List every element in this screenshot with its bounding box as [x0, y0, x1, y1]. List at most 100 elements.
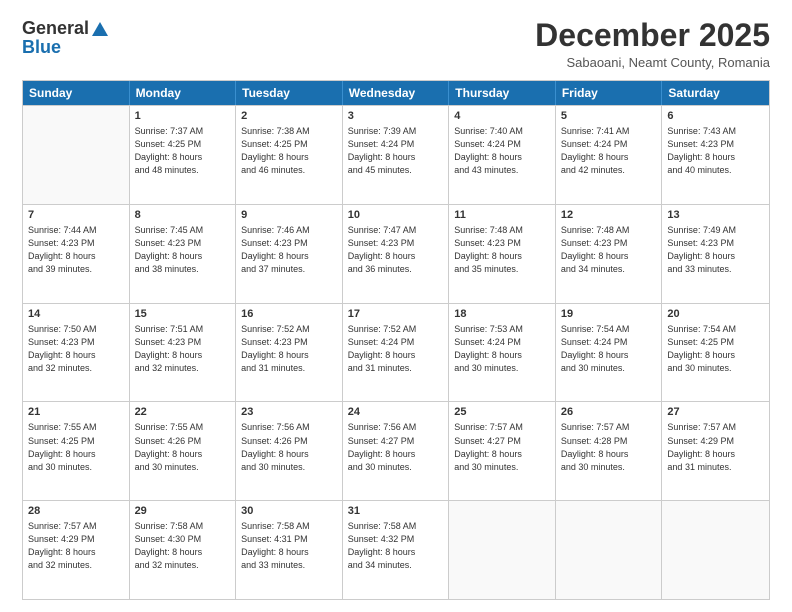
day-number: 1	[135, 110, 231, 122]
calendar-cell: 20 Sunrise: 7:54 AM Sunset: 4:25 PM Dayli…	[662, 304, 769, 402]
week-1: 1 Sunrise: 7:37 AM Sunset: 4:25 PM Daylig…	[23, 105, 769, 204]
calendar-cell: 7Sunrise: 7:44 AM Sunset: 4:23 PM Daylig…	[23, 205, 130, 303]
day-number: 27	[667, 406, 764, 418]
calendar-cell: 29 Sunrise: 7:58 AM Sunset: 4:30 PM Dayli…	[130, 501, 237, 599]
calendar-cell: 27 Sunrise: 7:57 AM Sunset: 4:29 PM Dayli…	[662, 402, 769, 500]
day-number: 22	[135, 406, 231, 418]
day-number: 8	[135, 209, 231, 221]
header-wednesday: Wednesday	[343, 81, 450, 105]
header-monday: Monday	[130, 81, 237, 105]
header: General Blue December 2025 Sabaoani, Nea…	[22, 18, 770, 70]
calendar-cell	[449, 501, 556, 599]
calendar-body: 1 Sunrise: 7:37 AM Sunset: 4:25 PM Daylig…	[23, 105, 769, 599]
day-number: 4	[454, 110, 550, 122]
cell-info: Sunrise: 7:57 AM Sunset: 4:29 PM Dayligh…	[28, 520, 124, 572]
cell-info: Sunrise: 7:58 AM Sunset: 4:32 PM Dayligh…	[348, 520, 444, 572]
cell-info: Sunrise: 7:57 AM Sunset: 4:28 PM Dayligh…	[561, 421, 657, 473]
day-number: 10	[348, 209, 444, 221]
week-3: 14 Sunrise: 7:50 AM Sunset: 4:23 PM Dayli…	[23, 303, 769, 402]
calendar-cell: 8 Sunrise: 7:45 AM Sunset: 4:23 PM Daylig…	[130, 205, 237, 303]
day-number: 20	[667, 308, 764, 320]
day-number: 2	[241, 110, 337, 122]
cell-info: Sunrise: 7:49 AM Sunset: 4:23 PM Dayligh…	[667, 224, 764, 276]
day-number: 13	[667, 209, 764, 221]
logo-blue: Blue	[22, 37, 61, 58]
day-number: 29	[135, 505, 231, 517]
week-2: 7Sunrise: 7:44 AM Sunset: 4:23 PM Daylig…	[23, 204, 769, 303]
cell-info: Sunrise: 7:55 AM Sunset: 4:25 PM Dayligh…	[28, 421, 124, 473]
day-number: 14	[28, 308, 124, 320]
day-number: 26	[561, 406, 657, 418]
header-thursday: Thursday	[449, 81, 556, 105]
day-number: 3	[348, 110, 444, 122]
header-friday: Friday	[556, 81, 663, 105]
calendar-cell: 21 Sunrise: 7:55 AM Sunset: 4:25 PM Dayli…	[23, 402, 130, 500]
calendar-cell: 9 Sunrise: 7:46 AM Sunset: 4:23 PM Daylig…	[236, 205, 343, 303]
header-saturday: Saturday	[662, 81, 769, 105]
calendar-cell: 22 Sunrise: 7:55 AM Sunset: 4:26 PM Dayli…	[130, 402, 237, 500]
calendar-cell: 16Sunrise: 7:52 AM Sunset: 4:23 PM Dayli…	[236, 304, 343, 402]
day-number: 30	[241, 505, 337, 517]
day-number: 18	[454, 308, 550, 320]
calendar-cell: 14 Sunrise: 7:50 AM Sunset: 4:23 PM Dayli…	[23, 304, 130, 402]
day-number: 28	[28, 505, 124, 517]
cell-info: Sunrise: 7:58 AM Sunset: 4:31 PM Dayligh…	[241, 520, 337, 572]
calendar-cell: 24 Sunrise: 7:56 AM Sunset: 4:27 PM Dayli…	[343, 402, 450, 500]
cell-info: Sunrise: 7:51 AM Sunset: 4:23 PM Dayligh…	[135, 323, 231, 375]
calendar-cell: 3Sunrise: 7:39 AM Sunset: 4:24 PM Daylig…	[343, 106, 450, 204]
day-number: 6	[667, 110, 764, 122]
calendar-cell: 1 Sunrise: 7:37 AM Sunset: 4:25 PM Daylig…	[130, 106, 237, 204]
cell-info: Sunrise: 7:40 AM Sunset: 4:24 PM Dayligh…	[454, 125, 550, 177]
cell-info: Sunrise: 7:55 AM Sunset: 4:26 PM Dayligh…	[135, 421, 231, 473]
calendar-cell: 30 Sunrise: 7:58 AM Sunset: 4:31 PM Dayli…	[236, 501, 343, 599]
day-number: 21	[28, 406, 124, 418]
subtitle: Sabaoani, Neamt County, Romania	[535, 55, 770, 70]
logo: General Blue	[22, 18, 109, 58]
day-number: 24	[348, 406, 444, 418]
cell-info: Sunrise: 7:54 AM Sunset: 4:25 PM Dayligh…	[667, 323, 764, 375]
day-number: 7	[28, 209, 124, 221]
cell-info: Sunrise: 7:54 AM Sunset: 4:24 PM Dayligh…	[561, 323, 657, 375]
calendar-cell: 5Sunrise: 7:41 AM Sunset: 4:24 PM Daylig…	[556, 106, 663, 204]
cell-info: Sunrise: 7:48 AM Sunset: 4:23 PM Dayligh…	[561, 224, 657, 276]
cell-info: Sunrise: 7:46 AM Sunset: 4:23 PM Dayligh…	[241, 224, 337, 276]
cell-info: Sunrise: 7:43 AM Sunset: 4:23 PM Dayligh…	[667, 125, 764, 177]
cell-info: Sunrise: 7:56 AM Sunset: 4:26 PM Dayligh…	[241, 421, 337, 473]
cell-info: Sunrise: 7:48 AM Sunset: 4:23 PM Dayligh…	[454, 224, 550, 276]
cell-info: Sunrise: 7:58 AM Sunset: 4:30 PM Dayligh…	[135, 520, 231, 572]
cell-info: Sunrise: 7:45 AM Sunset: 4:23 PM Dayligh…	[135, 224, 231, 276]
cell-info: Sunrise: 7:50 AM Sunset: 4:23 PM Dayligh…	[28, 323, 124, 375]
cell-info: Sunrise: 7:57 AM Sunset: 4:29 PM Dayligh…	[667, 421, 764, 473]
day-number: 23	[241, 406, 337, 418]
calendar-cell: 13 Sunrise: 7:49 AM Sunset: 4:23 PM Dayli…	[662, 205, 769, 303]
calendar-cell: 4 Sunrise: 7:40 AM Sunset: 4:24 PM Daylig…	[449, 106, 556, 204]
calendar-cell: 6 Sunrise: 7:43 AM Sunset: 4:23 PM Daylig…	[662, 106, 769, 204]
cell-info: Sunrise: 7:38 AM Sunset: 4:25 PM Dayligh…	[241, 125, 337, 177]
cell-info: Sunrise: 7:57 AM Sunset: 4:27 PM Dayligh…	[454, 421, 550, 473]
cell-info: Sunrise: 7:52 AM Sunset: 4:23 PM Dayligh…	[241, 323, 337, 375]
day-number: 25	[454, 406, 550, 418]
header-sunday: Sunday	[23, 81, 130, 105]
calendar-cell	[23, 106, 130, 204]
calendar-cell: 10 Sunrise: 7:47 AM Sunset: 4:23 PM Dayli…	[343, 205, 450, 303]
calendar-cell: 28 Sunrise: 7:57 AM Sunset: 4:29 PM Dayli…	[23, 501, 130, 599]
day-number: 9	[241, 209, 337, 221]
week-4: 21 Sunrise: 7:55 AM Sunset: 4:25 PM Dayli…	[23, 401, 769, 500]
day-number: 15	[135, 308, 231, 320]
day-number: 19	[561, 308, 657, 320]
logo-general: General	[22, 18, 89, 39]
calendar-cell: 2 Sunrise: 7:38 AM Sunset: 4:25 PM Daylig…	[236, 106, 343, 204]
calendar-cell	[662, 501, 769, 599]
day-number: 31	[348, 505, 444, 517]
cell-info: Sunrise: 7:37 AM Sunset: 4:25 PM Dayligh…	[135, 125, 231, 177]
day-number: 17	[348, 308, 444, 320]
cell-info: Sunrise: 7:47 AM Sunset: 4:23 PM Dayligh…	[348, 224, 444, 276]
header-tuesday: Tuesday	[236, 81, 343, 105]
calendar-cell: 17 Sunrise: 7:52 AM Sunset: 4:24 PM Dayli…	[343, 304, 450, 402]
calendar-cell: 23 Sunrise: 7:56 AM Sunset: 4:26 PM Dayli…	[236, 402, 343, 500]
cell-info: Sunrise: 7:52 AM Sunset: 4:24 PM Dayligh…	[348, 323, 444, 375]
cell-info: Sunrise: 7:56 AM Sunset: 4:27 PM Dayligh…	[348, 421, 444, 473]
calendar: Sunday Monday Tuesday Wednesday Thursday…	[22, 80, 770, 600]
cell-info: Sunrise: 7:53 AM Sunset: 4:24 PM Dayligh…	[454, 323, 550, 375]
calendar-cell: 12Sunrise: 7:48 AM Sunset: 4:23 PM Dayli…	[556, 205, 663, 303]
